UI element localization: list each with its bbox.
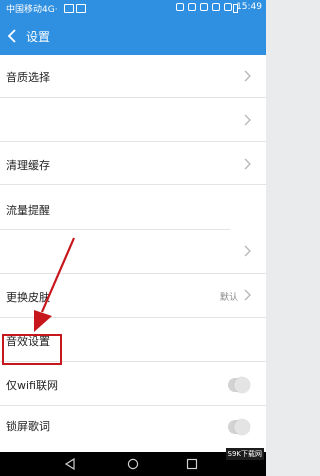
chevron-right-icon [244,245,251,257]
setting-label: 音质选择 [6,71,50,84]
setting-row-blank-1[interactable] [0,98,266,142]
wifi-only-toggle[interactable] [228,377,250,393]
wifi-icon [212,3,220,11]
annotation-arrow [34,237,76,332]
back-button[interactable] [4,26,24,46]
setting-row-lockscreen-lyrics[interactable]: 锁屏歌词 [0,406,266,452]
carrier-label: 中国移动4G· [6,5,58,15]
image-icon [76,4,86,13]
chevron-right-icon [244,158,251,170]
setting-row-clear-cache[interactable]: 清理缓存 [0,142,266,185]
clock: 15:49 [236,2,262,12]
chevron-right-icon [244,114,251,126]
signal-icon [224,3,232,11]
setting-label: 清理缓存 [6,159,50,172]
setting-label: 流量提醒 [6,204,50,217]
chevron-right-icon [244,70,251,82]
setting-row-wifi-only[interactable]: 仅wifi联网 [0,362,266,406]
page-title: 设置 [26,30,51,44]
recent-apps-icon[interactable] [186,458,198,470]
lockscreen-lyrics-toggle[interactable] [228,419,250,435]
setting-row-audio-quality[interactable]: 音质选择 [0,55,266,98]
setting-label: 锁屏歌词 [6,420,50,433]
toggle-knob [234,377,250,393]
setting-label: 仅wifi联网 [6,379,58,392]
watermark: S9K下载网 [225,448,264,460]
annotation-highlight-box [2,334,62,365]
setting-value: 默认 [219,293,238,303]
alarm-icon [200,3,208,11]
headphones-icon [188,3,196,11]
notification-icon [64,4,74,13]
status-bar: 中国移动4G· 15:49 [0,0,266,17]
title-bar: 设置 [0,17,266,55]
status-icons [176,3,232,11]
chevron-right-icon [244,289,251,301]
back-arrow-icon [7,29,16,43]
setting-row-data-reminder[interactable]: 流量提醒 [0,185,266,230]
bluetooth-icon [176,3,184,11]
toggle-knob [234,419,250,435]
home-circle-icon[interactable] [127,458,139,470]
back-triangle-icon[interactable] [64,458,76,470]
